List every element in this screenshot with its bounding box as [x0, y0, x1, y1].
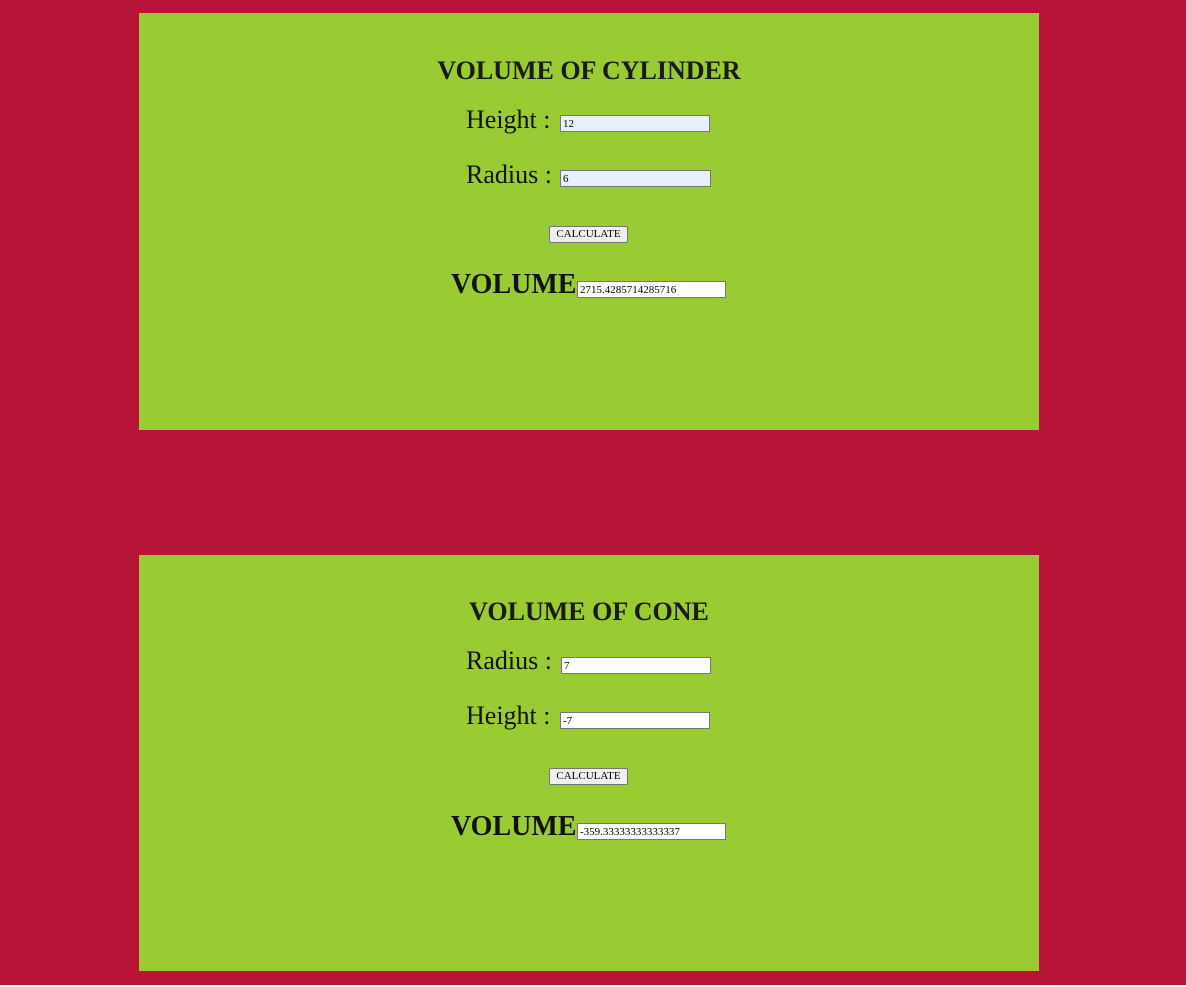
cone-title: VOLUME OF CONE [469, 597, 709, 626]
cone-radius-label: Radius : [466, 646, 552, 675]
cylinder-height-input[interactable] [560, 115, 710, 132]
cylinder-volume-output[interactable] [577, 281, 726, 298]
cone-panel: VOLUME OF CONE Radius : Height : CALCULA… [139, 555, 1039, 971]
cone-volume-label: VOLUME [451, 811, 577, 842]
cone-height-label: Height : [466, 701, 551, 730]
cylinder-calculate-button[interactable]: CALCULATE [549, 226, 628, 243]
cylinder-radius-input[interactable] [560, 170, 711, 187]
cone-radius-input[interactable] [561, 657, 711, 674]
cylinder-height-label: Height : [466, 105, 551, 134]
cylinder-title: VOLUME OF CYLINDER [437, 56, 741, 85]
cone-height-input[interactable] [560, 712, 710, 729]
cylinder-volume-label: VOLUME [451, 269, 577, 300]
cone-calculate-button[interactable]: CALCULATE [549, 768, 628, 785]
cone-volume-output[interactable] [577, 823, 726, 840]
cylinder-panel: VOLUME OF CYLINDER Height : Radius : CAL… [139, 13, 1039, 430]
cylinder-radius-label: Radius : [466, 160, 552, 189]
